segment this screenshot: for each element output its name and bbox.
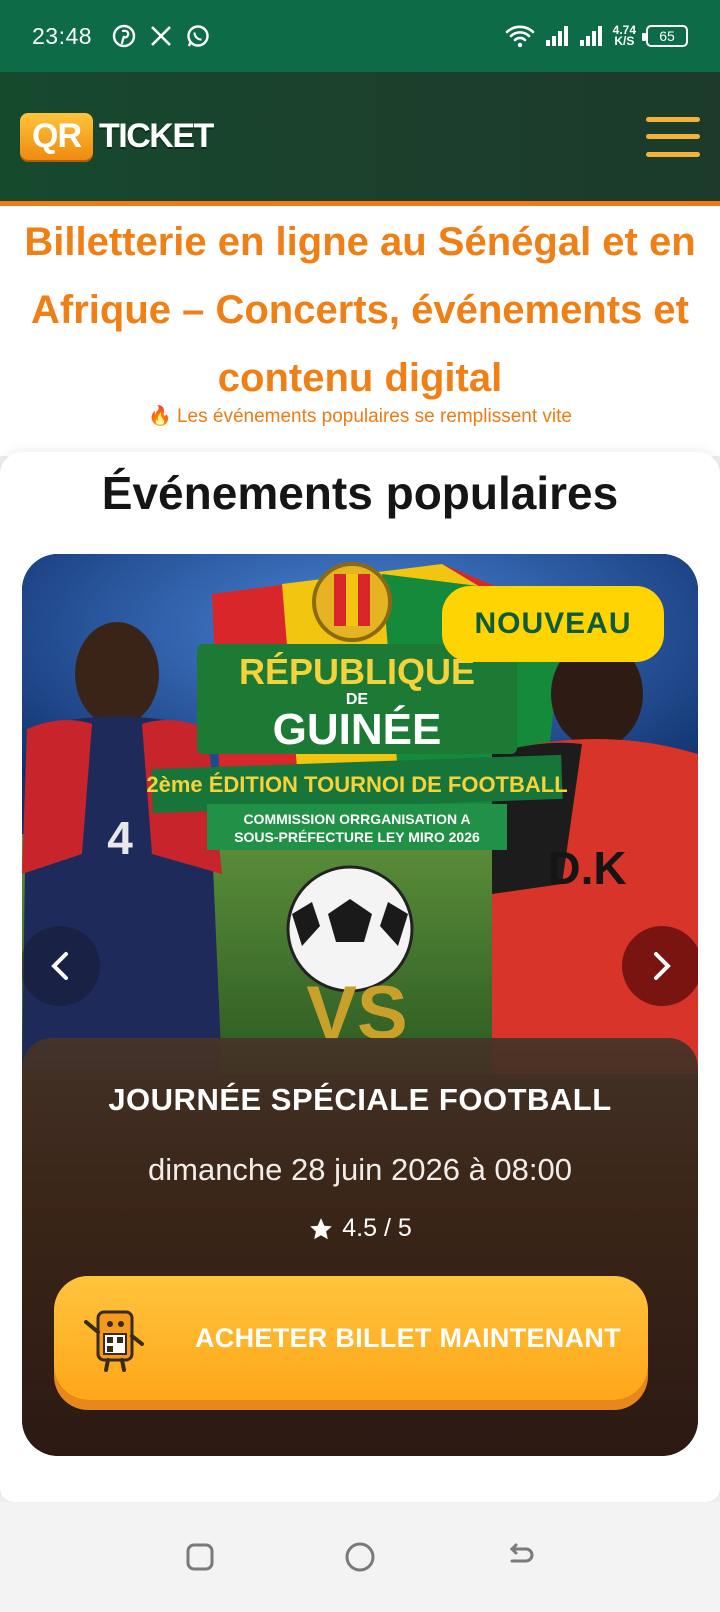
hero-subtitle: 🔥 Les événements populaires se remplisse…	[148, 406, 572, 427]
poster-line1: RÉPUBLIQUE	[239, 651, 475, 692]
buy-ticket-label: ACHETER BILLET MAINTENANT	[195, 1322, 621, 1353]
poster-line3: GUINÉE	[273, 704, 442, 754]
battery-level: 65	[659, 28, 675, 44]
x-icon	[151, 26, 171, 46]
buy-ticket-button[interactable]: ACHETER BILLET MAINTENANT	[54, 1276, 648, 1400]
status-time: 23:48	[32, 22, 93, 49]
hero-title: Billetterie en ligne au Sénégal et en Af…	[24, 220, 696, 400]
event-info-panel: JOURNÉE SPÉCIALE FOOTBALL dimanche 28 ju…	[22, 1038, 698, 1456]
home-glyph	[345, 1542, 375, 1572]
chevron-left-glyph	[51, 952, 68, 980]
pinterest-icon	[112, 24, 136, 48]
section-title: Événements populaires	[101, 467, 619, 519]
logo[interactable]: QR TICKET	[20, 113, 214, 160]
home-circle-icon[interactable]	[340, 1537, 380, 1577]
menu-line	[646, 116, 700, 122]
event-rating: 4.5 / 5	[22, 1214, 698, 1243]
chevron-right-icon[interactable]	[622, 926, 698, 1006]
poster-commission-1: COMMISSION ORRGANISATION A	[243, 811, 470, 827]
back-glyph	[509, 1543, 534, 1563]
menu-line	[646, 151, 700, 157]
chevron-left-icon[interactable]	[22, 926, 100, 1006]
logo-ticket: TICKET	[99, 117, 214, 155]
system-nav-bar	[0, 1502, 720, 1612]
hero: Billetterie en ligne au Sénégal et en Af…	[0, 206, 720, 456]
popular-events-section: Événements populaires 4 D.K RÉPUBLIQUE D…	[0, 452, 720, 1502]
back-arrow-icon[interactable]	[500, 1537, 540, 1577]
site-header: QR TICKET	[0, 72, 720, 206]
event-slide[interactable]: 4 D.K RÉPUBLIQUE DE GUINÉE 2ème ÉDITION …	[22, 554, 698, 1456]
logo-qr: QR	[20, 113, 93, 160]
chevron-right-glyph	[654, 952, 671, 980]
signal-icon	[545, 26, 568, 46]
recents-square-icon[interactable]	[180, 1537, 220, 1577]
hamburger-menu-icon[interactable]	[646, 116, 700, 157]
wifi-icon	[505, 25, 534, 48]
status-bar: 23:48 4.74 K/S 65	[0, 0, 720, 72]
event-date: dimanche 28 juin 2026 à 08:00	[148, 1152, 572, 1187]
poster-jersey-right: D.K	[547, 842, 626, 894]
recents-glyph	[186, 1543, 214, 1571]
poster-commission-2: SOUS-PRÉFECTURE LEY MIRO 2026	[234, 829, 480, 845]
poster-jersey-left: 4	[107, 812, 133, 864]
star-icon	[310, 1217, 333, 1239]
event-title: JOURNÉE SPÉCIALE FOOTBALL	[108, 1082, 612, 1117]
whatsapp-icon	[187, 25, 209, 47]
rating-value: 4.5 / 5	[342, 1214, 412, 1242]
new-badge: NOUVEAU	[442, 586, 664, 662]
network-speed: 4.74 K/S	[613, 24, 636, 48]
event-poster[interactable]: 4 D.K RÉPUBLIQUE DE GUINÉE 2ème ÉDITION …	[22, 554, 698, 1074]
poster-edition: 2ème ÉDITION TOURNOI DE FOOTBALL	[146, 772, 567, 797]
status-app-icons	[112, 24, 210, 48]
network-speed-unit: K/S	[614, 34, 635, 48]
signal-icon	[579, 26, 602, 46]
menu-line	[646, 134, 700, 139]
ticket-mascot-icon	[84, 1310, 144, 1372]
status-indicators: 4.74 K/S 65	[505, 24, 688, 48]
battery-icon: 65	[642, 25, 688, 47]
